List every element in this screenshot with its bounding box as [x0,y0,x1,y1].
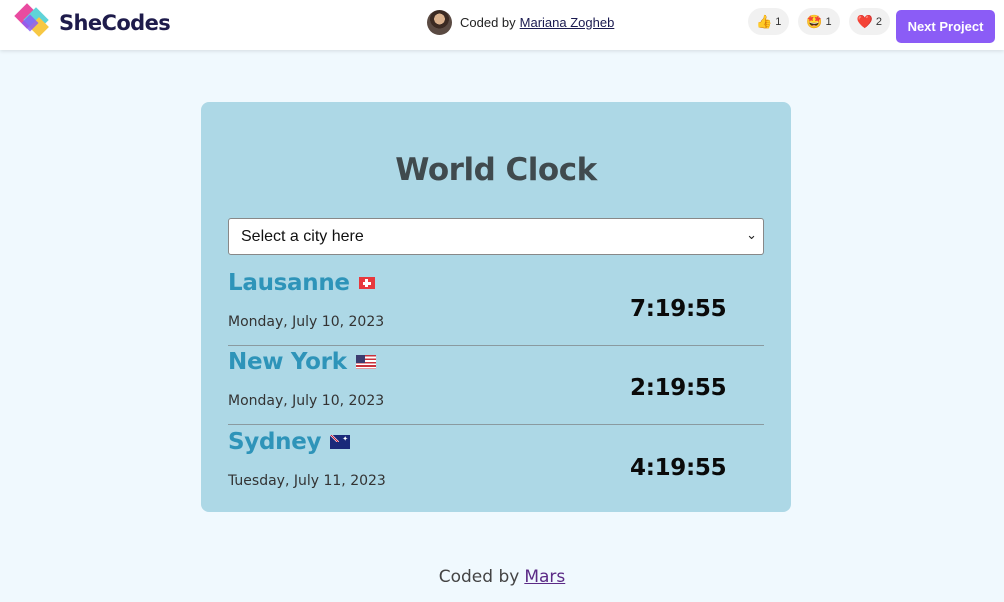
shecodes-logo[interactable]: SheCodes [14,3,171,43]
city-row-sydney: Sydney Tuesday, July 11, 2023 4:19:55 [228,425,764,504]
city-select-value: Select a city here [241,228,364,245]
footer-prefix: Coded by [438,567,520,587]
city-row-new-york: New York Monday, July 10, 2023 2:19:55 [228,345,764,425]
switzerland-flag-icon [358,277,375,289]
world-clock-card: World Clock Select a city here ⌄ Lausann… [201,102,791,512]
city-row-lausanne: Lausanne Monday, July 10, 2023 7:19:55 [228,266,764,346]
author-credit: Coded by Mariana Zogheb [427,9,614,35]
city-select[interactable]: Select a city here ⌄ [228,218,764,255]
reaction-star-struck[interactable]: 🤩 1 [798,8,840,35]
city-time: 2:19:55 [630,375,727,401]
reaction-count: 1 [775,15,782,28]
thumbs-up-icon: 👍 [756,13,773,29]
footer-credit: Coded by Mars [0,567,1004,587]
city-name: Lausanne [228,270,375,296]
city-name-text: Sydney [228,429,322,455]
author-avatar [427,9,452,35]
heart-icon: ❤️ [856,13,873,29]
next-project-button[interactable]: Next Project [896,10,995,43]
top-bar: SheCodes Coded by Mariana Zogheb 👍 1 🤩 1… [0,0,1004,50]
city-date: Monday, July 10, 2023 [228,314,385,330]
australia-flag-icon [330,435,351,449]
brand-name: SheCodes [59,11,171,35]
reaction-heart[interactable]: ❤️ 2 [848,8,890,35]
footer-author-link[interactable]: Mars [524,567,565,587]
star-struck-icon: 🤩 [806,13,823,29]
city-name: Sydney [228,429,351,455]
city-name-text: Lausanne [228,270,350,296]
usa-flag-icon [355,355,376,369]
reactions-bar: 👍 1 🤩 1 ❤️ 2 [748,8,890,35]
page-title: World Clock [395,152,597,188]
city-name: New York [228,349,376,375]
author-prefix: Coded by [460,14,516,30]
reaction-count: 2 [875,15,882,28]
reaction-count: 1 [825,15,832,28]
city-name-text: New York [228,349,347,375]
city-time: 7:19:55 [630,296,727,322]
author-link[interactable]: Mariana Zogheb [520,15,615,30]
shecodes-logo-icon [14,3,49,37]
reaction-thumbs-up[interactable]: 👍 1 [748,8,790,35]
city-date: Tuesday, July 11, 2023 [228,473,386,489]
city-time: 4:19:55 [630,455,727,481]
city-date: Monday, July 10, 2023 [228,393,385,409]
chevron-down-icon: ⌄ [746,227,757,242]
